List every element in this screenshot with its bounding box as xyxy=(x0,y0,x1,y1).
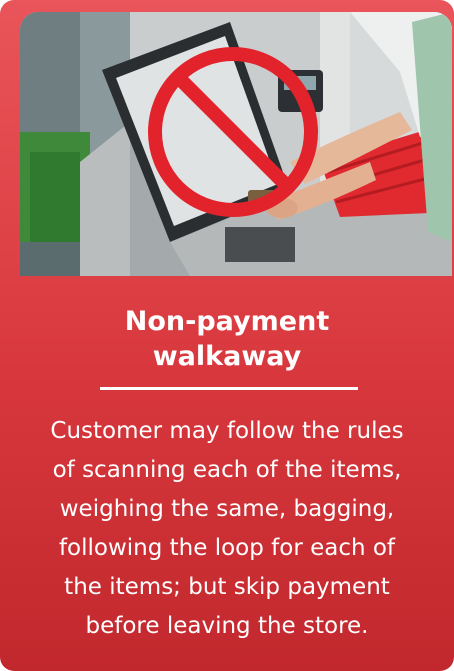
description-line: weighing the same, bagging, xyxy=(59,496,395,522)
description-line: of scanning each of the items, xyxy=(52,457,402,483)
title-line: Non-payment xyxy=(124,306,330,337)
title-line: walkaway xyxy=(152,341,302,372)
self-checkout-photo xyxy=(20,12,452,276)
description-line: following the loop for each of xyxy=(58,535,396,561)
card-title: Non-payment walkaway xyxy=(0,304,454,374)
card-description: Customer may follow the rules of scannin… xyxy=(14,412,440,646)
description-line: Customer may follow the rules xyxy=(50,418,404,444)
description-line: the items; but skip payment xyxy=(64,574,390,600)
title-divider xyxy=(100,387,358,390)
info-card: Non-payment walkaway Customer may follow… xyxy=(0,0,454,671)
description-line: before leaving the store. xyxy=(85,613,369,639)
